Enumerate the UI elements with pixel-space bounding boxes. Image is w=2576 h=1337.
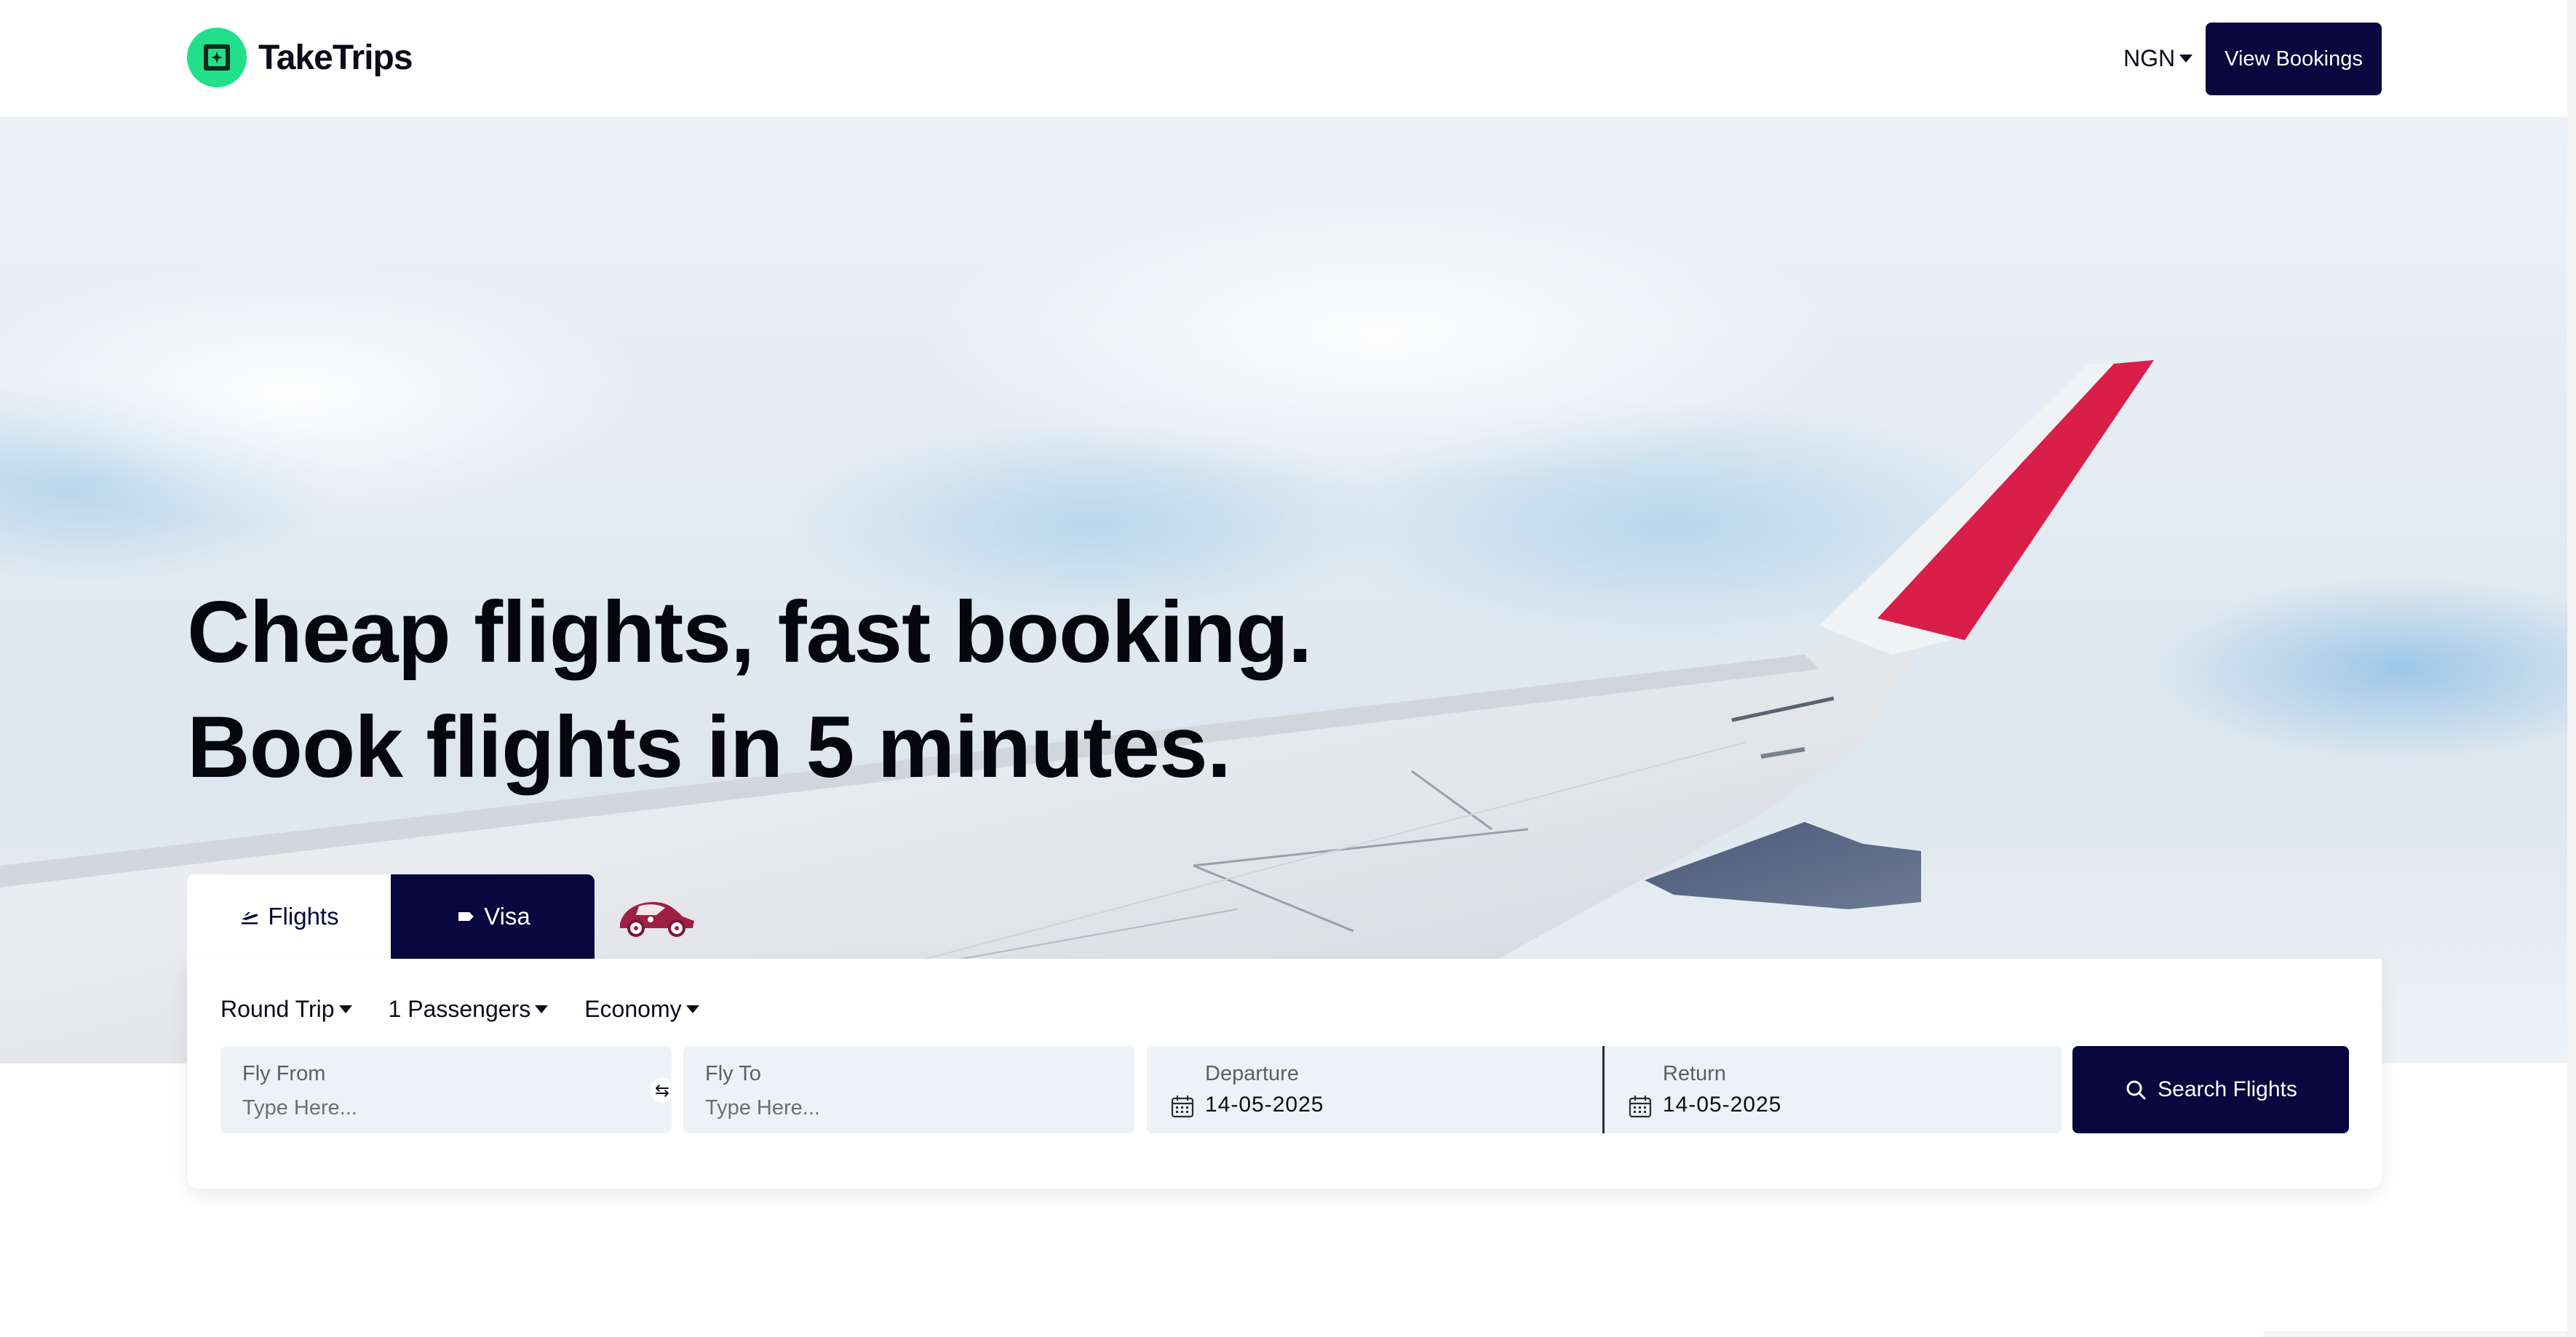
search-flights-button[interactable]: Search Flights: [2072, 1046, 2349, 1133]
fly-to-field[interactable]: Fly To: [683, 1046, 1134, 1133]
currency-selector[interactable]: NGN: [2123, 42, 2193, 74]
cabin-class-label: Economy: [584, 995, 682, 1022]
passengers-label: 1 Passengers: [388, 995, 531, 1022]
fly-from-input[interactable]: [242, 1094, 621, 1122]
trip-type-dropdown[interactable]: Round Trip: [220, 996, 352, 1023]
hero-headline: Cheap flights, fast booking. Book flight…: [187, 575, 1570, 805]
return-date-field[interactable]: Return 14-05-2025: [1605, 1046, 2062, 1133]
tab-flights[interactable]: Flights: [187, 874, 391, 959]
fly-to-input[interactable]: [705, 1094, 1084, 1122]
hero-title-line-1: Cheap flights, fast booking.: [187, 583, 1312, 681]
chevron-down-icon: [2179, 54, 2193, 63]
return-label: Return: [1663, 1062, 1727, 1085]
calendar-icon: [1629, 1095, 1652, 1118]
chevron-down-icon: [535, 1005, 549, 1013]
brand-name: TakeTrips: [258, 38, 413, 77]
trip-type-label: Round Trip: [220, 995, 335, 1022]
currency-label: NGN: [2123, 44, 2176, 71]
chevron-down-icon: [685, 1005, 699, 1013]
tab-visa-label: Visa: [484, 903, 530, 930]
site-header: TakeTrips NGN View Bookings: [0, 0, 2576, 116]
departure-date-value: 14-05-2025: [1205, 1093, 1324, 1117]
return-date-value: 14-05-2025: [1663, 1093, 1782, 1117]
chevron-down-icon: [338, 1005, 352, 1013]
page-scrollbar[interactable]: [2567, 0, 2576, 1337]
brand-logo[interactable]: TakeTrips: [187, 28, 413, 87]
logo-icon: [187, 28, 247, 87]
fly-from-field[interactable]: Fly From: [220, 1046, 672, 1133]
calendar-icon: [1171, 1095, 1194, 1118]
departure-date-field[interactable]: Departure 14-05-2025: [1147, 1046, 1602, 1133]
car-illustration-icon: [620, 902, 694, 937]
cabin-class-dropdown[interactable]: Economy: [584, 996, 699, 1023]
hero-title-line-2: Book flights in 5 minutes.: [187, 698, 1231, 796]
booking-tabs: Flights Visa: [187, 874, 595, 959]
tag-icon: [458, 912, 474, 921]
plane-icon: [242, 912, 258, 925]
swap-locations-icon[interactable]: ⇆: [650, 1078, 675, 1103]
date-range-picker: Departure 14-05-2025 Return 14-05-2025: [1147, 1046, 2062, 1133]
flight-search-form: Round Trip 1 Passengers Economy Fly From…: [187, 959, 2382, 1189]
search-icon: [2126, 1080, 2146, 1100]
fly-to-label: Fly To: [705, 1062, 761, 1085]
tab-visa[interactable]: Visa: [391, 874, 595, 959]
tab-flights-label: Flights: [268, 903, 339, 930]
search-options: Round Trip 1 Passengers Economy: [220, 991, 736, 1027]
view-bookings-button[interactable]: View Bookings: [2206, 23, 2382, 95]
passengers-dropdown[interactable]: 1 Passengers: [389, 996, 549, 1023]
departure-label: Departure: [1205, 1062, 1299, 1085]
bottom-edge-strip: [2263, 1331, 2567, 1337]
fly-from-label: Fly From: [242, 1062, 326, 1085]
search-flights-label: Search Flights: [2158, 1077, 2297, 1101]
